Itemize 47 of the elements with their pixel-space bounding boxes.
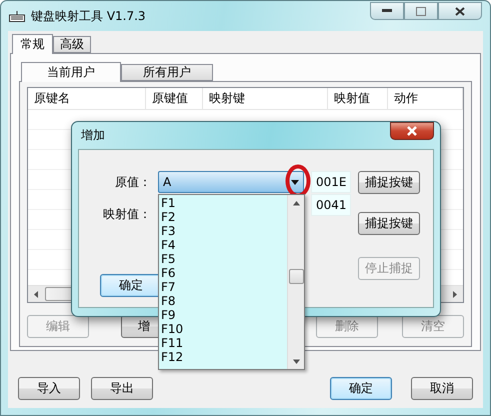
list-item[interactable]: F7 (161, 280, 287, 294)
column-header[interactable]: 原键值 (146, 88, 203, 109)
scroll-left-icon[interactable] (33, 290, 40, 298)
list-item[interactable]: F6 (161, 266, 287, 280)
close-button[interactable] (390, 122, 434, 140)
column-header[interactable]: 动作 (388, 88, 463, 109)
footer-button[interactable]: 确定 (330, 377, 392, 400)
close-button[interactable] (438, 2, 482, 20)
list-item[interactable]: F4 (161, 238, 287, 252)
footer-button[interactable]: 取消 (411, 377, 473, 400)
column-header[interactable]: 映射键 (203, 88, 328, 109)
field-label: 映射值： (102, 206, 151, 223)
capture-button[interactable]: 捕捉按键 (358, 212, 420, 235)
close-icon (455, 6, 465, 16)
list-item[interactable]: F12 (161, 350, 287, 364)
minimize-icon (382, 9, 392, 13)
capture-button[interactable]: 捕捉按键 (358, 171, 420, 194)
list-item[interactable]: F3 (161, 224, 287, 238)
tab[interactable]: 当前用户 (21, 62, 121, 82)
column-header[interactable]: 映射值 (328, 88, 388, 109)
code-field: 0041 (311, 194, 351, 216)
scroll-right-icon[interactable] (451, 290, 458, 298)
tab[interactable]: 常规 (12, 34, 53, 54)
window-title: 键盘映射工具 V1.7.3 (31, 8, 147, 24)
footer-button[interactable]: 导出 (91, 377, 153, 400)
field-label: 原值： (114, 174, 151, 191)
tab[interactable]: 高级 (53, 36, 91, 53)
list-item[interactable]: F5 (161, 252, 287, 266)
dialog-title: 增加 (81, 127, 106, 144)
maximize-button[interactable] (404, 2, 438, 20)
scroll-down-icon[interactable] (292, 358, 300, 364)
caret-icon[interactable] (290, 180, 298, 184)
close-icon (406, 126, 418, 136)
keyboard-icon (9, 10, 25, 22)
list-item[interactable]: F2 (161, 210, 287, 224)
scrollbar-thumb[interactable] (288, 269, 304, 284)
list-item[interactable]: F11 (161, 336, 287, 350)
footer-button[interactable]: 导入 (18, 377, 80, 400)
code-field: 001E (311, 171, 351, 193)
tab[interactable]: 所有用户 (121, 64, 213, 81)
list-item[interactable]: F8 (161, 294, 287, 308)
column-header[interactable]: 原键名 (28, 88, 146, 109)
minimize-button[interactable] (370, 2, 404, 20)
scroll-up-icon[interactable] (292, 200, 300, 206)
maximize-icon (416, 6, 426, 16)
key-dropdown[interactable]: A (158, 171, 304, 193)
list-item[interactable]: F1 (161, 196, 287, 210)
